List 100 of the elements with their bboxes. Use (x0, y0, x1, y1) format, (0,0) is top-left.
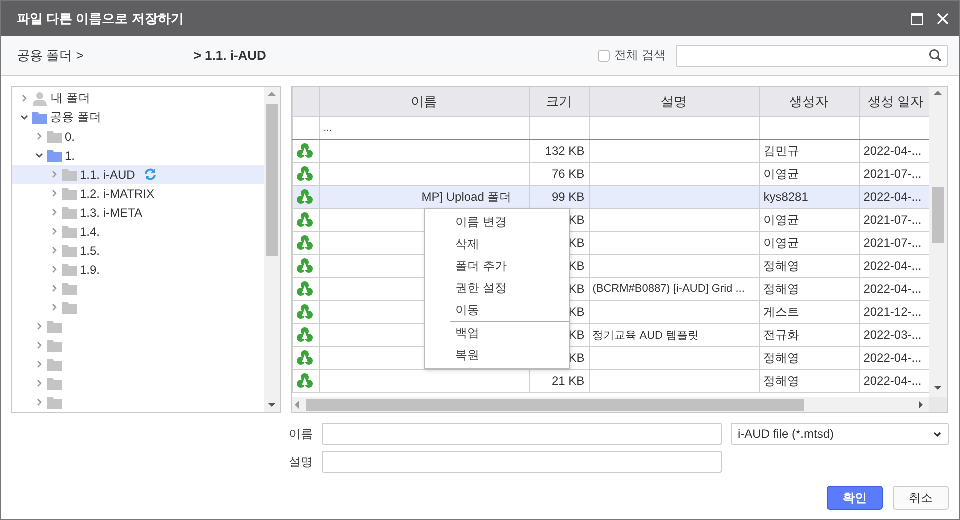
input-field[interactable] (322, 451, 722, 473)
chevron-right-icon[interactable] (50, 303, 59, 312)
trefoil-icon (296, 281, 313, 297)
chevron-right-icon[interactable] (50, 208, 59, 217)
chevron-down-icon[interactable] (35, 151, 44, 160)
table-cell: (BCRM#B0887) [i-AUD] Grid ... (592, 283, 745, 295)
chevron-right-icon[interactable] (35, 132, 44, 141)
chevron-right-icon[interactable] (50, 170, 59, 179)
checkbox-label: 전체 검색 (614, 47, 666, 64)
table-cell: 정기교육 AUD 템플릿 (592, 330, 700, 342)
chevron-right-icon[interactable] (35, 360, 44, 369)
trefoil-icon (296, 212, 313, 228)
menu-item[interactable]: 이동 (424, 299, 569, 321)
tree-item[interactable]: 1.9. (12, 260, 264, 279)
column-header[interactable]: 설명 (589, 87, 760, 116)
folder-icon (62, 168, 77, 180)
cancel-button[interactable]: 취소 (893, 486, 949, 510)
input-field[interactable] (322, 423, 722, 445)
checkbox[interactable] (598, 50, 610, 62)
scroll-thumb[interactable] (932, 187, 944, 243)
column-header[interactable]: 생성 일자 (859, 87, 929, 116)
chevron-right-icon[interactable] (35, 379, 44, 388)
folder-icon (62, 302, 77, 314)
tree-item[interactable]: 1.4. (12, 222, 264, 241)
menu-item[interactable]: 권한 설정 (424, 277, 569, 299)
table-cell: 2022-04-... (864, 144, 922, 158)
trefoil-icon (296, 304, 313, 320)
tree-item-label: 공용 폴더 (50, 109, 102, 126)
table-cell: 정해영 (764, 282, 800, 296)
chevron-right-icon[interactable] (50, 189, 59, 198)
tree-item-label: 1.9. (80, 262, 100, 276)
table-cell: 2022-04-... (864, 374, 922, 388)
tree-item[interactable]: 내 폴더 (12, 89, 264, 108)
table-cell: 2022-04-... (864, 259, 922, 273)
scrollbar[interactable] (264, 87, 280, 412)
search-field[interactable] (676, 44, 948, 66)
table-cell: 이영균 (764, 212, 800, 226)
confirm-button[interactable]: 확인 (827, 486, 883, 510)
tree-item[interactable]: 1. (12, 146, 264, 165)
file-row[interactable]: 132 KB 김민규 2022-04-... (292, 140, 929, 162)
chevron-right-icon[interactable] (35, 341, 44, 350)
menu-item[interactable]: 이름 변경 (424, 211, 569, 233)
scroll-thumb[interactable] (266, 104, 278, 256)
window-title: 파일 다른 이름으로 저장하기 (17, 10, 185, 28)
tree-item[interactable]: 1.1. i-AUD (12, 165, 264, 184)
chevron-down-icon[interactable] (20, 113, 29, 122)
menu-item[interactable]: 삭제 (424, 233, 569, 255)
column-header[interactable]: 이름 (319, 87, 530, 116)
menu-item[interactable]: 폴더 추가 (424, 255, 569, 277)
table-cell: 정해영 (764, 258, 800, 272)
column-header[interactable]: 생성자 (759, 87, 860, 116)
menu-item[interactable]: 복원 (424, 344, 569, 366)
folder-icon (47, 150, 62, 162)
trefoil-icon (296, 327, 313, 343)
chevron-right-icon[interactable] (35, 398, 44, 407)
folder-icon (47, 358, 62, 370)
folder-icon (62, 226, 77, 238)
tree-item-label: 1.1. i-AUD (80, 168, 136, 182)
scrollbar[interactable] (929, 87, 947, 397)
table-cell: 2022-04-... (864, 351, 922, 365)
folder-icon (47, 340, 62, 352)
scroll-right-icon[interactable] (916, 400, 926, 408)
chevron-right-icon[interactable] (50, 227, 59, 236)
search-icon[interactable] (929, 49, 942, 62)
folder-icon (47, 396, 62, 408)
table-cell: 21 KB (552, 374, 585, 388)
trefoil-icon (296, 143, 313, 159)
table-cell: 99 KB (552, 190, 585, 204)
folder-icon (62, 188, 77, 200)
parent-folder-link[interactable]: ... (324, 122, 332, 134)
folder-icon (62, 264, 77, 276)
scroll-thumb[interactable] (306, 398, 804, 410)
dropdown[interactable]: i-AUD file (*.mtsd) (731, 423, 949, 445)
table-cell: 이영균 (764, 236, 800, 250)
tree-item[interactable]: 1.2. i-MATRIX (12, 184, 264, 203)
folder-icon (47, 130, 62, 142)
chevron-right-icon[interactable] (50, 284, 59, 293)
chevron-right-icon[interactable] (50, 246, 59, 255)
column-header[interactable]: 크기 (529, 87, 590, 116)
folder-icon (47, 320, 62, 332)
maximize-icon[interactable] (911, 12, 923, 24)
tree-item-label: 1.3. i-META (80, 206, 142, 220)
table-cell: MP] Upload 폴더 (422, 190, 512, 204)
chevron-right-icon[interactable] (50, 265, 59, 274)
table-cell: 132 KB (545, 144, 585, 158)
tree-item[interactable]: 1.3. i-META (12, 203, 264, 222)
tree-item[interactable]: 0. (12, 127, 264, 146)
breadcrumb-item[interactable]: 공용 폴더 > (17, 46, 84, 64)
close-icon[interactable] (937, 12, 949, 24)
scrollbar[interactable] (292, 397, 929, 412)
field-label: 이름 (289, 426, 313, 442)
tree-item-label: 1.4. (80, 224, 100, 238)
tree-item[interactable]: 1.5. (12, 241, 264, 260)
tree-item-label: 0. (65, 130, 76, 144)
menu-item[interactable]: 백업 (424, 322, 569, 344)
file-row[interactable]: MP] Upload 폴더 99 KB kys8281 2022-04-... (292, 186, 929, 208)
chevron-right-icon[interactable] (35, 322, 44, 331)
refresh-icon[interactable] (144, 168, 158, 181)
chevron-right-icon[interactable] (20, 94, 29, 103)
tree-item[interactable]: 공용 폴더 (12, 108, 264, 127)
